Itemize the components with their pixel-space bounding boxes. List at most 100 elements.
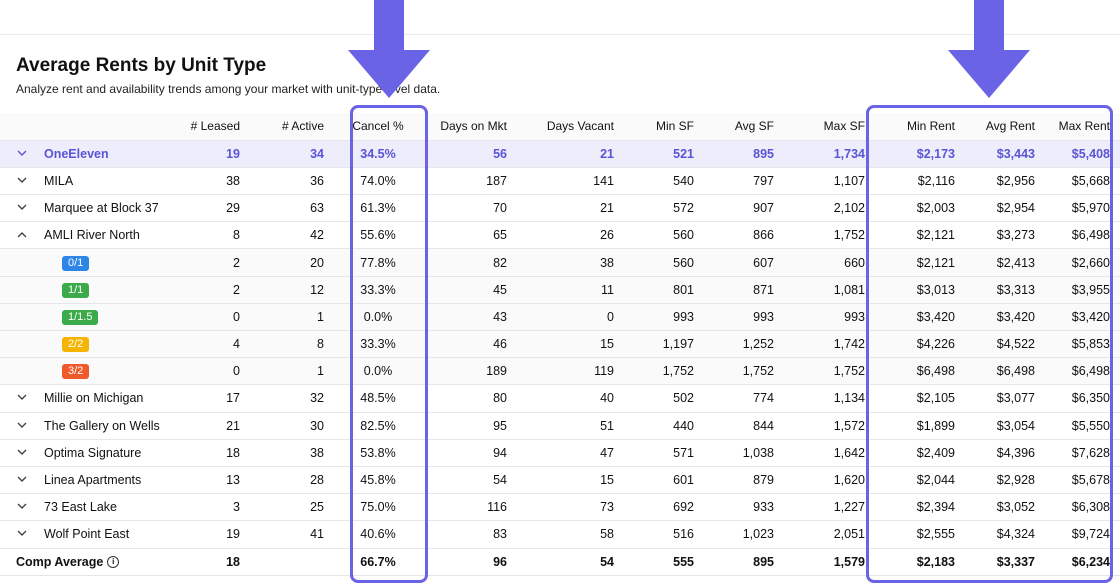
col-avg-sf[interactable]: Avg SF <box>704 113 784 141</box>
property-name: AMLI River North <box>44 221 184 250</box>
cell-leased: 17 <box>184 384 250 413</box>
chevron-down-icon[interactable] <box>0 194 44 223</box>
info-icon[interactable]: i <box>107 556 120 569</box>
cell-avgsf: 844 <box>704 412 784 440</box>
arrow-down-icon <box>348 0 430 98</box>
chevron-down-icon[interactable] <box>0 493 44 522</box>
chevron-down-icon[interactable] <box>0 466 44 495</box>
cell-maxsf: 1,227 <box>784 493 875 522</box>
property-name: The Gallery on Wells <box>44 412 184 440</box>
cell-minsf: 993 <box>624 303 704 332</box>
col-active[interactable]: # Active <box>250 113 334 141</box>
chevron-down-icon[interactable] <box>0 384 44 413</box>
row-spacer <box>0 330 44 359</box>
property-name: Wolf Point East <box>44 520 184 549</box>
cell-leased: 18 <box>184 548 250 576</box>
cell-dom: 94 <box>422 439 517 467</box>
cell-active: 28 <box>250 466 334 495</box>
cell-dom: 116 <box>422 493 517 522</box>
cell-dom: 80 <box>422 384 517 413</box>
chevron-down-icon[interactable] <box>0 412 44 440</box>
property-name: Marquee at Block 37 <box>44 194 184 223</box>
cell-active: 36 <box>250 167 334 196</box>
cell-minsf: 601 <box>624 466 704 495</box>
cell-vacant: 15 <box>517 466 624 495</box>
cell-dom: 187 <box>422 167 517 196</box>
unit-type-badge: 0/1 <box>62 255 90 271</box>
cell-minsf: 521 <box>624 140 704 168</box>
property-name: 73 East Lake <box>44 493 184 522</box>
cell-active: 34 <box>250 140 334 168</box>
cell-active: 8 <box>250 330 334 359</box>
row-spacer <box>0 357 44 386</box>
col-expand <box>0 113 44 141</box>
cell-vacant: 40 <box>517 384 624 413</box>
chevron-down-icon[interactable] <box>0 520 44 549</box>
cancel-column-highlight <box>350 105 428 583</box>
col-min-sf[interactable]: Min SF <box>624 113 704 141</box>
cell-vacant: 26 <box>517 221 624 250</box>
cell-dom: 56 <box>422 140 517 168</box>
chevron-up-icon[interactable] <box>0 221 44 250</box>
property-name: MILA <box>44 167 184 196</box>
col-max-sf[interactable]: Max SF <box>784 113 875 141</box>
cell-maxsf: 1,572 <box>784 412 875 440</box>
cell-leased: 2 <box>184 248 250 277</box>
cell-maxsf: 993 <box>784 303 875 332</box>
cell-avgsf: 933 <box>704 493 784 522</box>
cell-avgsf: 895 <box>704 140 784 168</box>
cell-minsf: 801 <box>624 276 704 304</box>
row-spacer <box>0 248 44 277</box>
col-days-vacant[interactable]: Days Vacant <box>517 113 624 141</box>
cell-avgsf: 1,752 <box>704 357 784 386</box>
cell-maxsf: 1,620 <box>784 466 875 495</box>
cell-avgsf: 871 <box>704 276 784 304</box>
cell-active: 42 <box>250 221 334 250</box>
cell-maxsf: 1,107 <box>784 167 875 196</box>
cell-maxsf: 1,081 <box>784 276 875 304</box>
cell-maxsf: 1,752 <box>784 221 875 250</box>
cell-leased: 8 <box>184 221 250 250</box>
cell-active: 41 <box>250 520 334 549</box>
cell-active: 32 <box>250 384 334 413</box>
arrow-down-icon <box>948 0 1030 98</box>
cell-leased: 2 <box>184 276 250 304</box>
cell-avgsf: 866 <box>704 221 784 250</box>
cell-vacant: 21 <box>517 140 624 168</box>
col-leased[interactable]: # Leased <box>184 113 250 141</box>
rent-columns-highlight <box>866 105 1113 583</box>
cell-avgsf: 1,252 <box>704 330 784 359</box>
chevron-down-icon[interactable] <box>0 167 44 196</box>
cell-leased: 0 <box>184 357 250 386</box>
cell-avgsf: 1,038 <box>704 439 784 467</box>
cell-minsf: 540 <box>624 167 704 196</box>
cell-active: 1 <box>250 303 334 332</box>
cell-avgsf: 607 <box>704 248 784 277</box>
cell-leased: 29 <box>184 194 250 223</box>
col-days-on-mkt[interactable]: Days on Mkt <box>422 113 517 141</box>
cell-vacant: 0 <box>517 303 624 332</box>
cell-leased: 18 <box>184 439 250 467</box>
cell-leased: 4 <box>184 330 250 359</box>
cell-active: 30 <box>250 412 334 440</box>
cell-active: 63 <box>250 194 334 223</box>
chevron-down-icon[interactable] <box>0 439 44 467</box>
cell-leased: 21 <box>184 412 250 440</box>
cell-dom: 46 <box>422 330 517 359</box>
unit-type-badge: 2/2 <box>62 337 90 353</box>
cell-minsf: 516 <box>624 520 704 549</box>
cell-avgsf: 993 <box>704 303 784 332</box>
property-name: OneEleven <box>44 140 184 168</box>
unit-type-badge-cell: 1/1.5 <box>44 303 184 332</box>
cell-vacant: 15 <box>517 330 624 359</box>
cell-maxsf: 1,752 <box>784 357 875 386</box>
cell-vacant: 51 <box>517 412 624 440</box>
cell-vacant: 58 <box>517 520 624 549</box>
cell-dom: 70 <box>422 194 517 223</box>
cell-leased: 13 <box>184 466 250 495</box>
property-name: Optima Signature <box>44 439 184 467</box>
cell-leased: 19 <box>184 140 250 168</box>
unit-type-badge-cell: 3/2 <box>44 357 184 386</box>
cell-avgsf: 907 <box>704 194 784 223</box>
chevron-down-icon[interactable] <box>0 140 44 168</box>
